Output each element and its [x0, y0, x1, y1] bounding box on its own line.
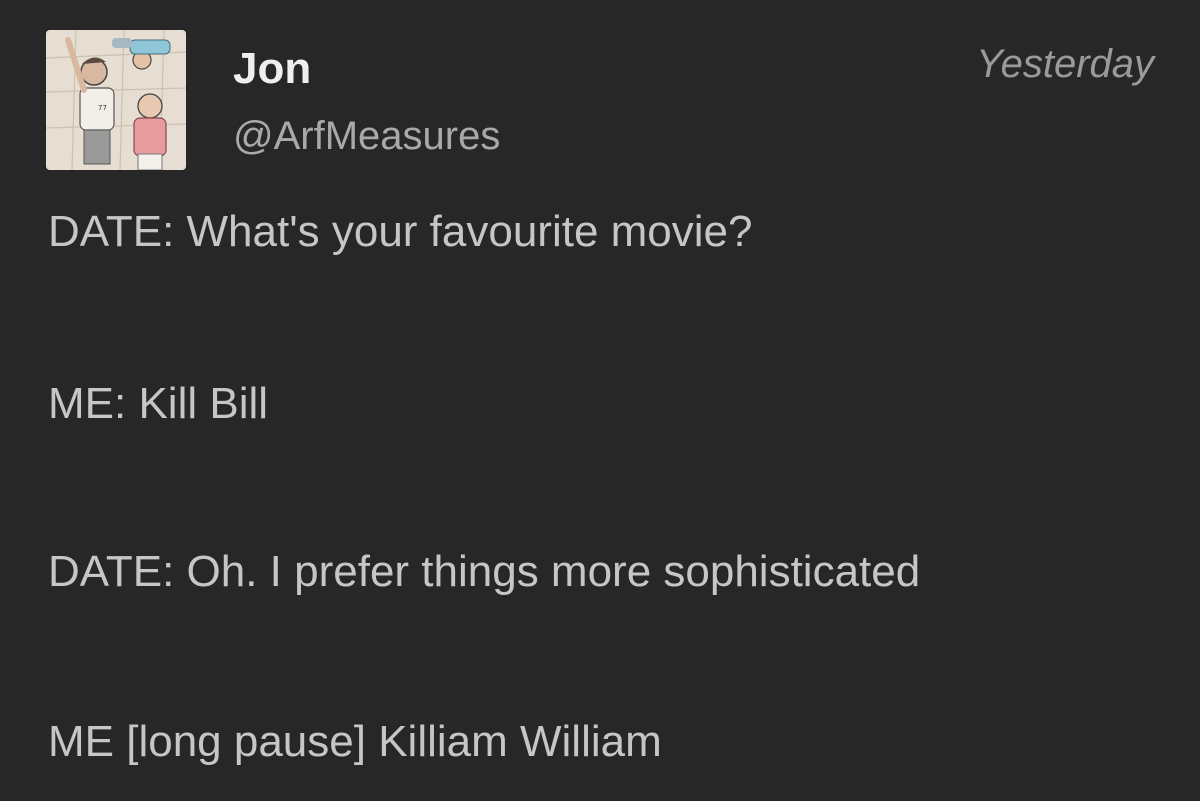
tweet-text-line: ME [long pause] Killiam William: [48, 717, 662, 766]
tweet-text-line: DATE: Oh. I prefer things more sophistic…: [48, 547, 921, 596]
avatar[interactable]: 77: [46, 30, 186, 170]
tweet-timestamp[interactable]: Yesterday: [976, 40, 1154, 88]
tweet-text-line: ME: Kill Bill: [48, 379, 269, 428]
tweet-card: 77 Jon @ArfMeasures Yesterday DATE: What…: [0, 0, 1200, 801]
author-display-name[interactable]: Jon: [233, 44, 311, 94]
author-handle[interactable]: @ArfMeasures: [233, 112, 500, 160]
svg-text:77: 77: [98, 104, 107, 112]
tweet-text-line: DATE: What's your favourite movie?: [48, 207, 753, 256]
